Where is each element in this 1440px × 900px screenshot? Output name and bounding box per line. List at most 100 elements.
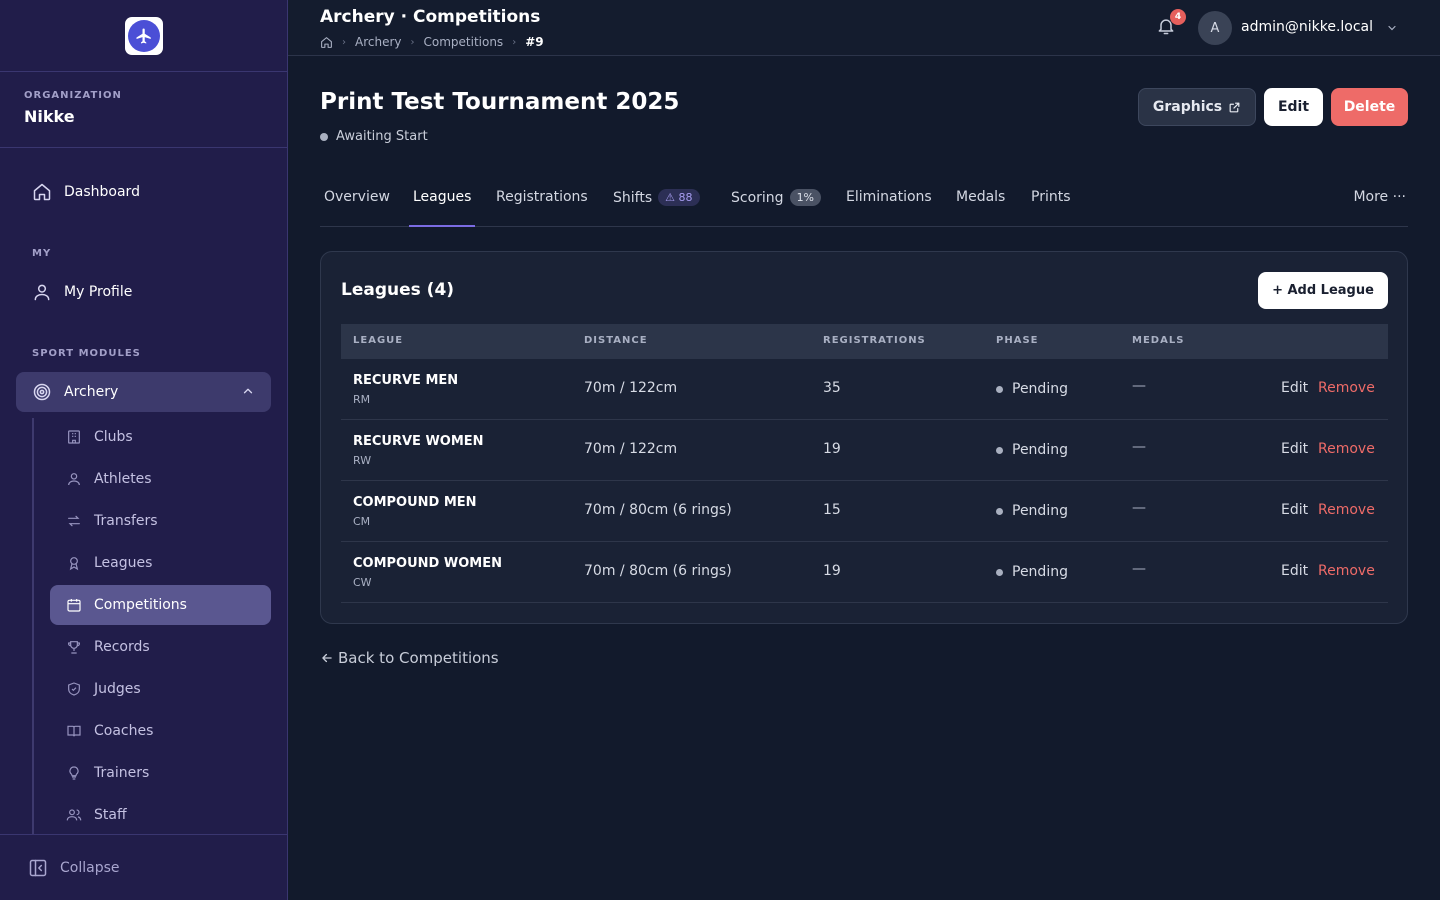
table-row[interactable]: COMPOUND WOMEN CW 70m / 80cm (6 rings) 1…: [341, 542, 1388, 603]
sidebar-item-coaches[interactable]: Coaches: [50, 711, 271, 751]
phase-text: Pending: [1012, 381, 1068, 397]
sidebar-item-label: My Profile: [64, 284, 133, 300]
tab-medals[interactable]: Medals: [952, 178, 1009, 227]
target-icon: [32, 382, 52, 402]
column-header-distance[interactable]: DISTANCE: [584, 335, 648, 346]
home-icon[interactable]: [320, 36, 333, 49]
page-title: Archery · Competitions: [320, 7, 541, 27]
edit-league-button[interactable]: Edit: [1281, 563, 1308, 579]
breadcrumb-archery[interactable]: Archery: [355, 35, 402, 49]
users-icon: [66, 807, 82, 823]
tab-leagues[interactable]: Leagues: [409, 178, 476, 227]
leagues-title: Leagues (4): [341, 280, 455, 300]
user-email[interactable]: admin@nikke.local: [1241, 19, 1373, 35]
more-label: More: [1353, 189, 1389, 205]
graphics-button[interactable]: Graphics: [1138, 88, 1256, 126]
sidebar-item-athletes[interactable]: Athletes: [50, 459, 271, 499]
ribbon-icon: [66, 555, 82, 571]
building-icon: [66, 429, 82, 445]
graphics-button-label: Graphics: [1152, 99, 1223, 115]
sidebar-item-trainers[interactable]: Trainers: [50, 753, 271, 793]
edit-league-button[interactable]: Edit: [1281, 441, 1308, 457]
status-dot-icon: [320, 132, 328, 141]
edit-league-button[interactable]: Edit: [1281, 502, 1308, 518]
tab-registrations[interactable]: Registrations: [492, 178, 592, 227]
league-distance: 70m / 80cm (6 rings): [584, 502, 732, 518]
remove-league-button[interactable]: Remove: [1318, 502, 1375, 518]
tab-shifts[interactable]: Shifts ⚠ 88: [609, 178, 704, 227]
trophy-icon: [66, 639, 82, 655]
sidebar-item-label: Athletes: [94, 471, 152, 487]
warning-icon: ⚠: [665, 191, 675, 204]
tab-label: Registrations: [496, 189, 588, 205]
tab-overview[interactable]: Overview: [320, 178, 394, 227]
sidebar-item-dashboard[interactable]: Dashboard: [16, 172, 271, 212]
league-medals: —: [1132, 378, 1146, 394]
book-icon: [66, 723, 82, 739]
table-row[interactable]: COMPOUND MEN CM 70m / 80cm (6 rings) 15 …: [341, 481, 1388, 542]
remove-league-button[interactable]: Remove: [1318, 563, 1375, 579]
shifts-warning-badge: ⚠ 88: [658, 189, 700, 206]
sidebar-item-label: Transfers: [94, 513, 158, 529]
sidebar-item-label: Judges: [94, 681, 141, 697]
league-phase: Pending: [996, 503, 1068, 519]
chevron-up-icon[interactable]: [241, 384, 255, 398]
chevron-right-icon: ›: [342, 36, 346, 48]
sidebar-item-label: Competitions: [94, 597, 187, 613]
column-header-phase[interactable]: PHASE: [996, 335, 1038, 346]
column-header-medals[interactable]: MEDALS: [1132, 335, 1184, 346]
sidebar-item-leagues[interactable]: Leagues: [50, 543, 271, 583]
remove-league-button[interactable]: Remove: [1318, 380, 1375, 396]
tab-eliminations[interactable]: Eliminations: [842, 178, 936, 227]
collapse-button[interactable]: Collapse: [0, 834, 287, 900]
status-badge: Awaiting Start: [320, 129, 428, 144]
back-to-competitions-link[interactable]: Back to Competitions: [320, 649, 499, 667]
sidebar-item-competitions[interactable]: Competitions: [50, 585, 271, 625]
sidebar-item-archery[interactable]: Archery: [16, 372, 271, 412]
submenu-guide-line: [32, 418, 34, 834]
tab-scoring[interactable]: Scoring 1%: [727, 178, 825, 227]
sidebar-item-my-profile[interactable]: My Profile: [16, 272, 271, 312]
app-logo[interactable]: [125, 17, 163, 55]
edit-league-button[interactable]: Edit: [1281, 380, 1308, 396]
breadcrumb: › Archery › Competitions › #9: [320, 35, 544, 49]
sidebar-collapse-icon: [28, 858, 48, 878]
chevron-right-icon: ›: [410, 36, 415, 48]
sidebar-item-clubs[interactable]: Clubs: [50, 417, 271, 457]
avatar[interactable]: A: [1198, 11, 1232, 45]
column-header-league[interactable]: LEAGUE: [353, 335, 403, 346]
league-name: COMPOUND WOMEN: [353, 556, 502, 571]
organization-block: ORGANIZATION Nikke: [0, 72, 287, 148]
sidebar-item-staff[interactable]: Staff: [50, 795, 271, 835]
breadcrumb-competitions[interactable]: Competitions: [424, 35, 504, 49]
league-code: RW: [353, 454, 372, 467]
table-row[interactable]: RECURVE MEN RM 70m / 122cm 35 Pending — …: [341, 359, 1388, 420]
home-icon: [32, 182, 52, 202]
sidebar-item-label: Dashboard: [64, 184, 140, 200]
add-league-button[interactable]: + Add League: [1258, 272, 1388, 309]
tab-label: Medals: [956, 189, 1006, 205]
sidebar-item-records[interactable]: Records: [50, 627, 271, 667]
sidebar-item-label: Coaches: [94, 723, 154, 739]
sidebar-item-label: Clubs: [94, 429, 133, 445]
column-header-registrations[interactable]: REGISTRATIONS: [823, 335, 926, 346]
phase-text: Pending: [1012, 564, 1068, 580]
remove-league-button[interactable]: Remove: [1318, 441, 1375, 457]
phase-dot-icon: [996, 568, 1003, 576]
logo-area: [0, 0, 287, 72]
sidebar-item-judges[interactable]: Judges: [50, 669, 271, 709]
person-icon: [66, 471, 82, 487]
back-link-label: Back to Competitions: [338, 649, 499, 667]
edit-button[interactable]: Edit: [1264, 88, 1323, 126]
chevron-down-icon[interactable]: [1386, 22, 1398, 34]
more-menu-button[interactable]: More ···: [1353, 189, 1406, 205]
league-phase: Pending: [996, 381, 1068, 397]
league-name: RECURVE MEN: [353, 373, 459, 388]
tab-prints[interactable]: Prints: [1027, 178, 1075, 227]
sidebar-item-transfers[interactable]: Transfers: [50, 501, 271, 541]
table-row[interactable]: RECURVE WOMEN RW 70m / 122cm 19 Pending …: [341, 420, 1388, 481]
plane-icon: [128, 20, 160, 52]
delete-button[interactable]: Delete: [1331, 88, 1408, 126]
shield-icon: [66, 681, 82, 697]
arrow-left-icon: [320, 651, 338, 665]
